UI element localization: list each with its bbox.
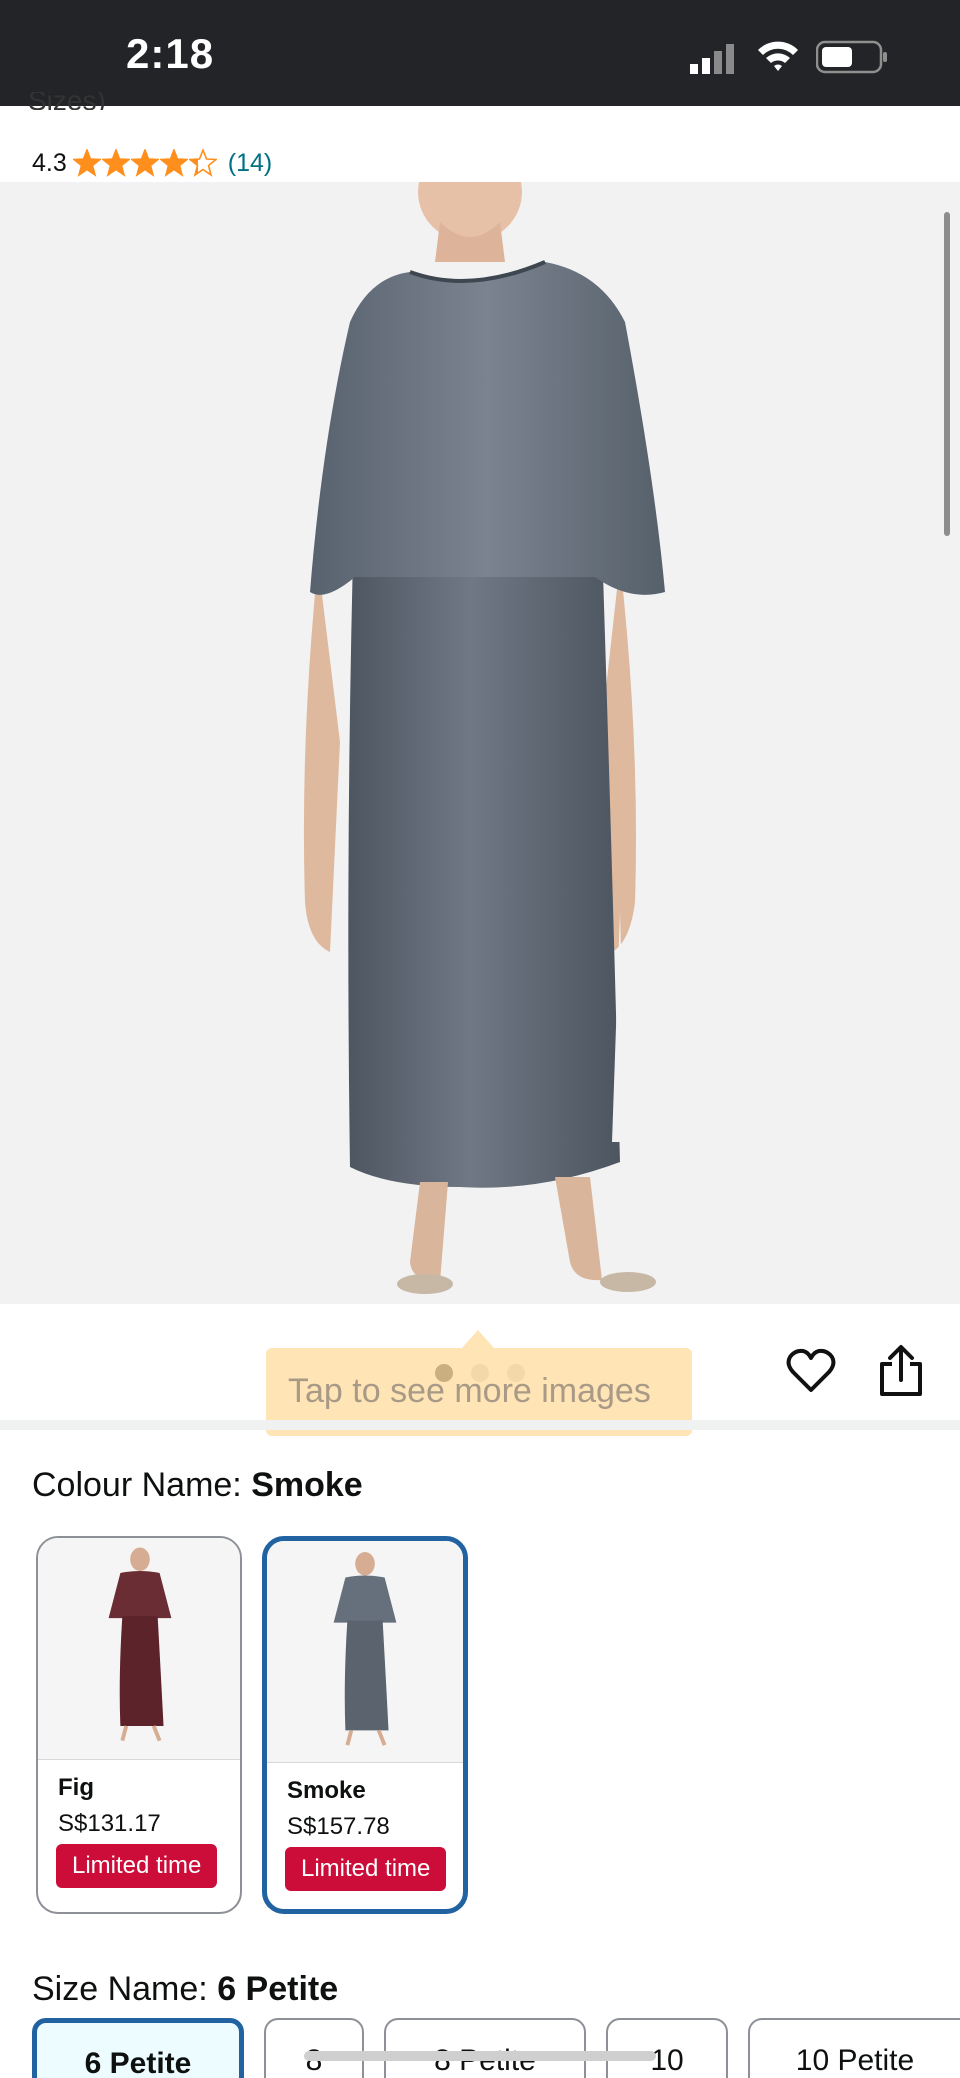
colour-label-text: Colour Name: (32, 1466, 252, 1504)
status-bar: 2:18 (0, 0, 960, 106)
signal-icon (690, 44, 734, 74)
colour-option-smoke[interactable]: Smoke S$157.78 Limited time (262, 1536, 468, 1914)
scrollbar[interactable] (944, 212, 950, 536)
product-title-fragment: Sizes) (28, 92, 106, 110)
star-icon (188, 149, 217, 177)
tooltip-text: Tap to see more images (288, 1372, 651, 1410)
size-option-8[interactable]: 8 (264, 2018, 364, 2078)
swatch-image (38, 1538, 240, 1760)
heart-icon[interactable] (786, 1348, 836, 1394)
star-icon (130, 149, 159, 177)
home-indicator[interactable] (304, 2051, 656, 2061)
star-icon (101, 149, 130, 177)
review-count-link[interactable]: (14) (228, 149, 272, 178)
size-option-8-petite[interactable]: 8 Petite (384, 2018, 586, 2078)
swatch-image (267, 1541, 463, 1763)
swatch-price: S$131.17 (58, 1810, 161, 1837)
size-option-10-petite[interactable]: 10 Petite (748, 2018, 960, 2078)
selected-colour: Smoke (251, 1466, 363, 1504)
limited-time-badge: Limited time (285, 1847, 447, 1891)
size-option-10[interactable]: 10 (606, 2018, 728, 2078)
limited-time-badge: Limited time (56, 1844, 218, 1888)
rating-row[interactable]: 4.3 (14) (32, 146, 272, 180)
size-label-text: Size Name: (32, 1970, 218, 2008)
swatch-name: Smoke (287, 1777, 366, 1804)
tooltip-arrow (462, 1330, 494, 1348)
selected-size: 6 Petite (217, 1970, 339, 2008)
colour-option-fig[interactable]: Fig S$131.17 Limited time (36, 1536, 242, 1914)
star-icon (72, 149, 101, 177)
rating-value: 4.3 (32, 148, 67, 177)
wifi-icon (758, 41, 798, 71)
colour-name-label: Colour Name: Smoke (32, 1466, 363, 1505)
size-option-6-petite[interactable]: 6 Petite (32, 2018, 244, 2078)
product-image[interactable] (0, 182, 960, 1304)
swatch-name: Fig (58, 1774, 94, 1801)
swatch-price: S$157.78 (287, 1813, 390, 1840)
share-icon[interactable] (878, 1344, 924, 1398)
size-name-label: Size Name: 6 Petite (32, 1970, 338, 2009)
battery-icon (816, 40, 887, 74)
status-time: 2:18 (126, 30, 215, 77)
star-icon (159, 149, 188, 177)
dress-photo (303, 182, 665, 1294)
star-rating (72, 149, 218, 177)
section-divider (0, 1420, 960, 1430)
